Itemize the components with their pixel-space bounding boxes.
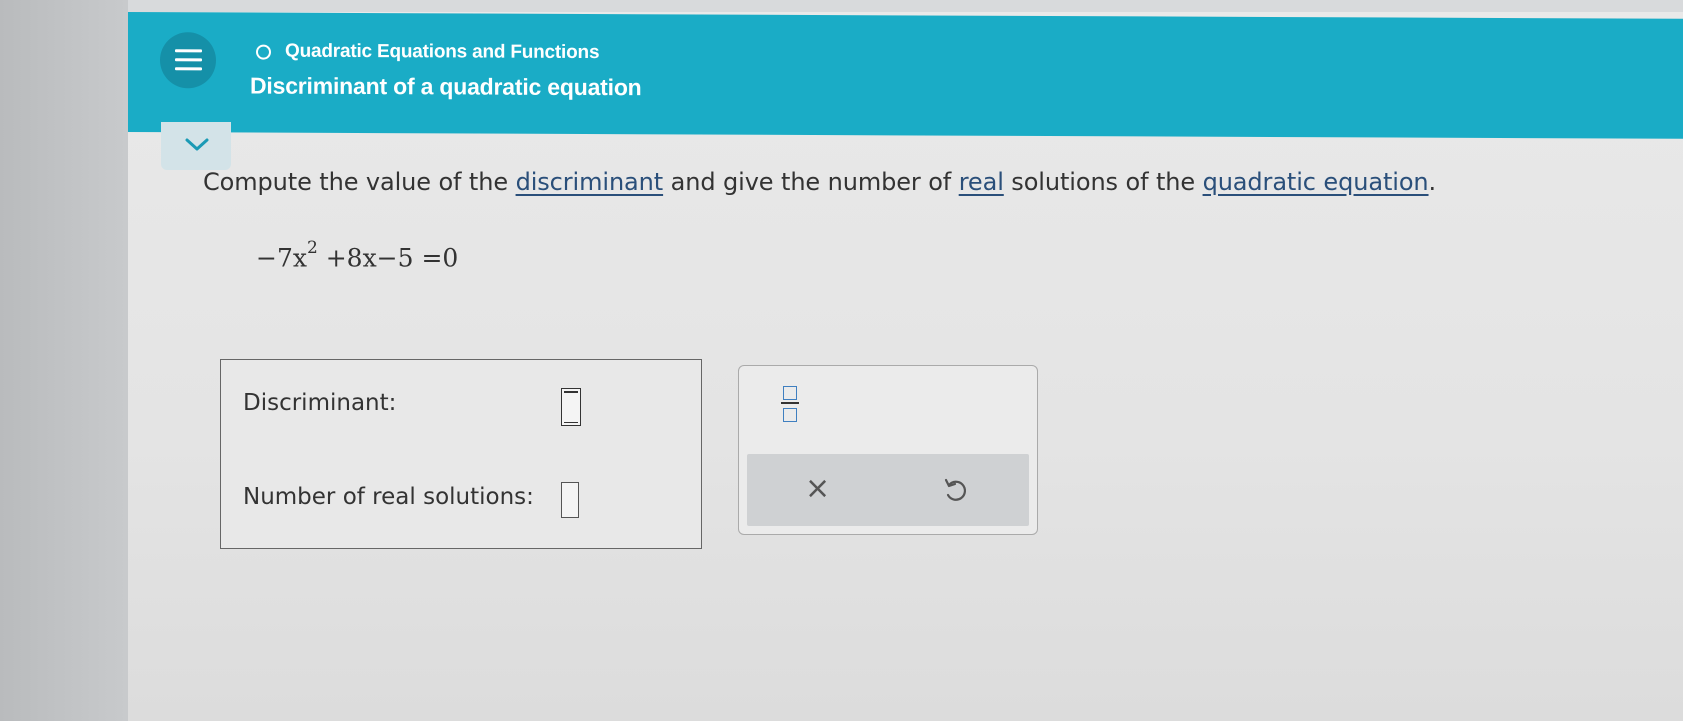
fraction-denominator-box (783, 408, 797, 422)
question-text: Compute the value of the discriminant an… (203, 168, 1436, 196)
left-background (0, 0, 128, 721)
lesson-title: Discriminant of a quadratic equation (250, 72, 642, 101)
fraction-bar (781, 402, 799, 404)
menu-button[interactable] (160, 32, 216, 89)
discriminant-link[interactable]: discriminant (516, 168, 664, 196)
question-suffix: . (1428, 168, 1437, 196)
undo-button[interactable] (943, 476, 969, 508)
equation-exponent: 2 (306, 238, 318, 258)
fraction-icon (783, 386, 797, 400)
clear-button[interactable]: × (805, 474, 830, 504)
solutions-label: Number of real solutions: (243, 484, 534, 510)
menu-icon-line (175, 58, 202, 62)
real-link[interactable]: real (959, 168, 1004, 196)
quadratic-equation-link[interactable]: quadratic equation (1203, 168, 1429, 196)
discriminant-input[interactable] (561, 388, 581, 426)
chevron-down-icon (185, 138, 209, 151)
undo-icon (944, 478, 967, 501)
equation-rest: +8x−5 =0 (317, 243, 459, 273)
topic-title: Quadratic Equations and Functions (285, 40, 600, 64)
topic-row: Quadratic Equations and Functions (256, 41, 599, 64)
page: Quadratic Equations and Functions Discri… (128, 12, 1683, 721)
solutions-input[interactable] (561, 482, 579, 518)
fraction-button[interactable] (771, 380, 811, 430)
collapse-header-button[interactable] (161, 122, 231, 170)
answer-box: Discriminant: Number of real solutions: (220, 359, 702, 549)
equation-term1: −7x (256, 243, 307, 273)
equation: −7x2 +8x−5 =0 (256, 238, 459, 273)
question-prefix: Compute the value of the (203, 168, 516, 196)
menu-icon-line (175, 67, 202, 71)
menu-icon (175, 49, 202, 53)
question-middle-1: and give the number of (663, 168, 959, 196)
question-middle-2: solutions of the (1003, 168, 1203, 196)
action-bar: × (747, 454, 1029, 526)
topic-progress-icon (256, 44, 271, 60)
math-toolbar: × (738, 365, 1038, 535)
header-bar: Quadratic Equations and Functions Discri… (128, 12, 1683, 139)
discriminant-label: Discriminant: (243, 390, 397, 416)
